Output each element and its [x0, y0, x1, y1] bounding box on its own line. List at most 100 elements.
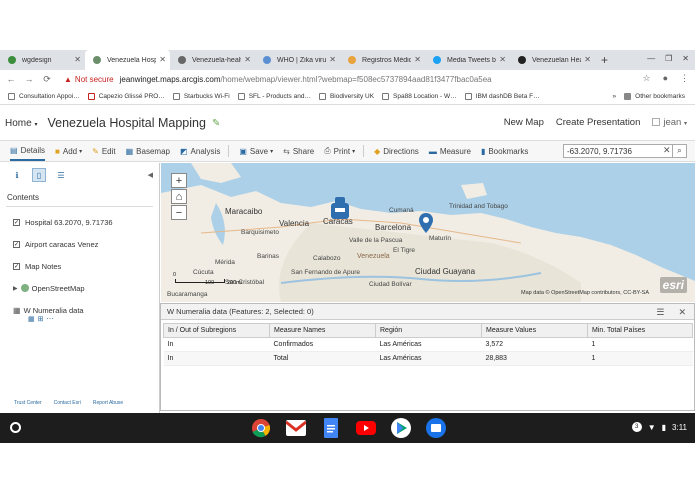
- trinidad-island: [461, 183, 487, 199]
- browser-tab[interactable]: Venezuelan Healt…✕: [510, 50, 595, 70]
- omnibox[interactable]: ▲ Not secure jeanwinget.maps.arcgis.com/h…: [64, 72, 492, 86]
- files-icon[interactable]: [425, 417, 447, 439]
- table-options-icon[interactable]: ☰: [656, 307, 664, 318]
- docs-icon[interactable]: [320, 417, 342, 439]
- report-abuse-link[interactable]: Report Abuse: [93, 400, 123, 406]
- minimize-icon[interactable]: —: [647, 54, 655, 63]
- bookmark-item[interactable]: IBM dashDB Beta F…: [464, 93, 540, 100]
- search-icon[interactable]: ⌕: [673, 144, 687, 158]
- home-extent-icon[interactable]: ⌂: [171, 189, 187, 204]
- layer-item[interactable]: ▶ OpenStreetMap: [0, 277, 159, 299]
- close-table-icon[interactable]: ✕: [678, 307, 686, 318]
- layer-checkbox[interactable]: ✓: [13, 240, 20, 248]
- basemap-button[interactable]: ▦ Basemap: [126, 147, 170, 156]
- contact-esri-link[interactable]: Contact Esri: [54, 400, 81, 406]
- browser-tab-active[interactable]: Venezuela Hospit…✕: [85, 50, 170, 70]
- close-tab-icon[interactable]: ✕: [414, 55, 421, 64]
- close-tab-icon[interactable]: ✕: [244, 55, 251, 64]
- chrome-icon[interactable]: [250, 417, 272, 439]
- layer-item[interactable]: ✓ Airport caracas Venez: [0, 233, 159, 255]
- browser-tab[interactable]: Venezuela-health…✕: [170, 50, 255, 70]
- expand-arrow-icon[interactable]: ▶: [13, 285, 18, 292]
- menu-dots-icon[interactable]: ⋮: [680, 73, 689, 84]
- legend-tab-icon[interactable]: ☰: [54, 168, 68, 182]
- layer-checkbox[interactable]: ✓: [13, 218, 20, 226]
- column-header[interactable]: Measure Names: [269, 323, 376, 338]
- user-menu[interactable]: jean ▾: [652, 117, 687, 128]
- bookmark-item[interactable]: SFL - Products and…: [237, 93, 311, 100]
- clear-search-icon[interactable]: ✕: [663, 145, 671, 156]
- airport-marker-icon[interactable]: [329, 197, 351, 221]
- profile-icon[interactable]: ●: [663, 73, 668, 84]
- layer-checkbox[interactable]: ✓: [13, 262, 20, 270]
- layer-item[interactable]: ✓ Map Notes: [0, 255, 159, 277]
- column-header[interactable]: Región: [375, 323, 482, 338]
- status-tray[interactable]: 3 ▼ ▮ 3:11: [631, 422, 687, 432]
- add-button[interactable]: ■ Add ▾: [55, 147, 82, 156]
- map-view[interactable]: + ⌂ − Maracaibo Valencia Barquisimeto Ca…: [161, 163, 695, 302]
- about-info-icon[interactable]: ℹ: [10, 168, 24, 182]
- close-tab-icon[interactable]: ✕: [584, 55, 591, 64]
- create-presentation-link[interactable]: Create Presentation: [556, 117, 641, 128]
- column-header[interactable]: In / Out of Subregions: [163, 323, 270, 338]
- chevron-down-icon: ▾: [352, 148, 356, 155]
- edit-title-pencil-icon[interactable]: ✎: [212, 118, 220, 129]
- browser-tab[interactable]: Media Tweets by…✕: [425, 50, 510, 70]
- bookmark-item[interactable]: Capezio Glissé PRO…: [87, 93, 165, 100]
- maximize-icon[interactable]: ❐: [665, 54, 672, 63]
- play-store-icon[interactable]: [390, 417, 412, 439]
- more-options-icon[interactable]: ⋯: [47, 315, 54, 323]
- security-indicator[interactable]: ▲ Not secure: [64, 75, 114, 84]
- bookmarks-button[interactable]: ▮ Bookmarks: [481, 147, 528, 156]
- bookmark-item[interactable]: Spa88 Location - W…: [382, 93, 457, 100]
- column-header[interactable]: Measure Values: [481, 323, 588, 338]
- browser-tab[interactable]: WHO | Zika virus…✕: [255, 50, 340, 70]
- close-tab-icon[interactable]: ✕: [329, 55, 336, 64]
- new-map-link[interactable]: New Map: [504, 117, 544, 128]
- collapse-panel-icon[interactable]: ◀: [148, 171, 153, 179]
- measure-button[interactable]: ▬ Measure: [429, 147, 471, 156]
- esri-logo[interactable]: esri: [659, 277, 687, 293]
- location-search-input[interactable]: [563, 144, 673, 158]
- bookmark-star-icon[interactable]: ☆: [642, 73, 650, 84]
- table-row[interactable]: In Confirmados Las Américas 3,572 1: [163, 337, 693, 352]
- layer-item[interactable]: ✓ Hospital 63.2070, 9.71736: [0, 211, 159, 233]
- zoom-in-button[interactable]: +: [171, 173, 187, 188]
- content-tab-icon[interactable]: ▯: [32, 168, 46, 182]
- reload-icon[interactable]: ⟳: [40, 74, 54, 85]
- show-table-icon[interactable]: ▦: [28, 315, 35, 323]
- column-header[interactable]: Min. Total Países: [587, 323, 693, 338]
- close-tab-icon[interactable]: ✕: [74, 55, 81, 64]
- hospital-pin-icon[interactable]: [419, 213, 433, 233]
- directions-button[interactable]: ◆ Directions: [374, 147, 419, 156]
- table-cell: In: [163, 351, 270, 366]
- launcher-icon[interactable]: [10, 422, 21, 433]
- back-icon[interactable]: ←: [4, 74, 18, 84]
- more-bookmarks-chevron-icon[interactable]: »: [613, 93, 617, 100]
- edit-button[interactable]: ✎ Edit: [92, 147, 116, 156]
- close-tab-icon[interactable]: ✕: [499, 55, 506, 64]
- close-tab-icon[interactable]: ✕: [159, 55, 166, 64]
- details-button[interactable]: ▤ Details: [10, 141, 46, 161]
- youtube-icon[interactable]: [355, 417, 377, 439]
- filter-icon[interactable]: ⊞: [38, 315, 44, 323]
- share-button[interactable]: ⇆ Share: [283, 147, 314, 156]
- url-text[interactable]: jeanwinget.maps.arcgis.com/home/webmap/v…: [120, 75, 492, 84]
- close-window-icon[interactable]: ✕: [682, 54, 689, 63]
- bookmark-item[interactable]: Consultation Appoi…: [8, 93, 80, 100]
- table-row[interactable]: In Total Las Américas 28,883 1: [163, 351, 693, 366]
- home-menu[interactable]: Home ▾: [5, 118, 37, 129]
- other-bookmarks-folder[interactable]: Other bookmarks: [624, 93, 685, 100]
- new-tab-button[interactable]: +: [595, 50, 614, 70]
- forward-icon[interactable]: →: [22, 74, 36, 84]
- browser-tab[interactable]: wgdesign ✕: [0, 50, 85, 70]
- bookmark-item[interactable]: Biodiversity UK: [318, 93, 374, 100]
- analysis-button[interactable]: ◩ Analysis: [180, 147, 220, 156]
- browser-tab[interactable]: Registros Médico…✕: [340, 50, 425, 70]
- zoom-out-button[interactable]: −: [171, 205, 187, 220]
- save-button[interactable]: ▣ Save ▾: [239, 147, 273, 156]
- bookmark-item[interactable]: Starbucks Wi-Fi: [172, 93, 230, 100]
- print-button[interactable]: ⎙ Print ▾: [324, 146, 355, 156]
- gmail-icon[interactable]: [285, 417, 307, 439]
- trust-center-link[interactable]: Trust Center: [14, 400, 42, 406]
